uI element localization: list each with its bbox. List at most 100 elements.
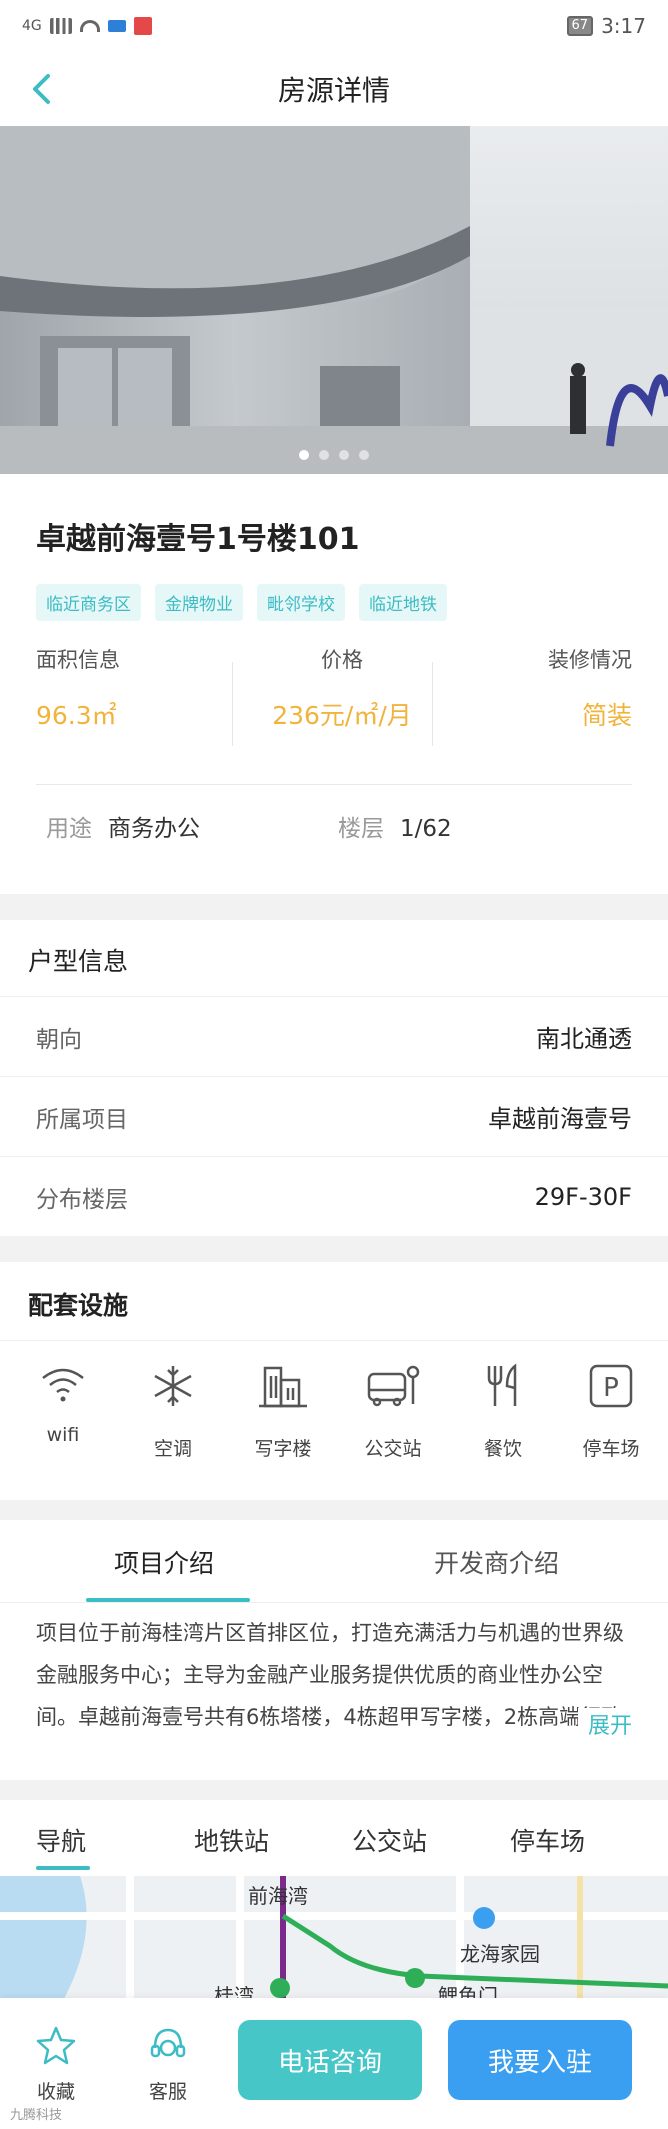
facilities-card: 配套设施 wifi 空调 写字楼 公交站 餐饮 P 停车场 [0, 1262, 668, 1500]
floor-info: 楼层 1/62 [338, 809, 452, 843]
app-notify-icon-2 [133, 17, 152, 35]
battery-icon: 67 [566, 16, 594, 36]
decor-label: 装修情况 [548, 648, 632, 672]
facility-label: 写字楼 [254, 1438, 312, 1460]
map-canvas [0, 1876, 668, 2006]
facility-office: 写字楼 [228, 1362, 338, 1461]
carousel-dot[interactable] [299, 450, 309, 460]
divider [36, 784, 632, 785]
facility-ac: 空调 [118, 1362, 228, 1461]
network-label: 4G [22, 18, 42, 34]
dining-icon [487, 1363, 517, 1406]
expand-link[interactable]: 展开 [577, 1708, 632, 1740]
decor-value: 简装 [581, 701, 632, 730]
signal-icon [49, 18, 72, 34]
area-stat: 面积信息 96.3㎡ [36, 644, 120, 754]
snowflake-icon [154, 1366, 192, 1406]
bus-icon [367, 1365, 420, 1407]
map-tabs: 导航 地铁站 公交站 停车场 [0, 1800, 668, 1876]
info-row-floors: 分布楼层 29F-30F [0, 1156, 668, 1236]
intro-card: 项目介绍 开发商介绍 项目位于前海桂湾片区首排区位，打造充满活力与机遇的世界级金… [0, 1520, 668, 1780]
facility-bus: 公交站 [338, 1362, 448, 1461]
tag: 临近商务区 [36, 584, 141, 621]
phone-consult-button[interactable]: 电话咨询 [238, 2020, 422, 2100]
intro-tabs: 项目介绍 开发商介绍 [0, 1520, 668, 1602]
building-icon [259, 1366, 307, 1408]
facility-label: 停车场 [582, 1438, 640, 1460]
carousel-dots [0, 450, 668, 460]
floor-label: 楼层 [338, 816, 384, 842]
divider [0, 1340, 668, 1341]
bottom-action-bar: 收藏 客服 电话咨询 我要入驻 九腾科技 [0, 1998, 668, 2129]
building-photo [0, 126, 668, 474]
tab-subway[interactable]: 地铁站 [194, 1822, 269, 1858]
customer-service-button[interactable]: 客服 [128, 2024, 208, 2104]
section-title: 户型信息 [28, 947, 129, 976]
favorite-label: 收藏 [36, 2081, 75, 2103]
status-bar: 4G 67 3:17 [0, 0, 668, 52]
tag-list: 临近商务区 金牌物业 毗邻学校 临近地铁 [36, 584, 447, 621]
chevron-left-icon [33, 74, 50, 104]
tab-parking[interactable]: 停车场 [510, 1822, 585, 1858]
floor-value: 1/62 [400, 816, 452, 842]
facility-label: wifi [46, 1424, 80, 1446]
active-tab-indicator [36, 1866, 90, 1870]
property-photo-carousel[interactable] [0, 126, 668, 474]
info-row-orientation: 朝向 南北通透 [0, 996, 668, 1076]
map-label: 龙海家园 [460, 1942, 540, 1966]
watermark: 九腾科技 [10, 2108, 63, 2123]
usage-info: 用途 商务办公 [46, 809, 200, 843]
row-value: 南北通透 [536, 1025, 632, 1053]
stats-row: 面积信息 96.3㎡ 价格 236元/㎡/月 装修情况 简装 [0, 644, 668, 754]
facility-wifi: wifi [8, 1362, 118, 1446]
wifi-status-icon [79, 20, 100, 32]
row-key: 朝向 [36, 1026, 82, 1053]
divider [232, 662, 233, 746]
facility-label: 餐饮 [483, 1438, 522, 1460]
price-value: 236元/㎡/月 [272, 701, 412, 730]
app-notify-icon [107, 20, 126, 32]
tag: 毗邻学校 [257, 584, 345, 621]
divider [0, 1602, 668, 1603]
tab-project-intro[interactable]: 项目介绍 [114, 1544, 214, 1580]
info-row-project: 所属项目 卓越前海壹号 [0, 1076, 668, 1156]
usage-value: 商务办公 [108, 816, 200, 842]
map-view[interactable]: 前海湾 龙海家园 桂湾 鲤鱼门 [0, 1876, 668, 2006]
row-key: 所属项目 [36, 1106, 128, 1133]
facility-label: 空调 [153, 1438, 192, 1460]
facility-label: 公交站 [364, 1438, 422, 1460]
price-label: 价格 [321, 648, 363, 672]
row-key: 分布楼层 [36, 1186, 128, 1213]
nav-bar: 房源详情 [0, 52, 668, 126]
section-title: 配套设施 [28, 1291, 129, 1320]
area-label: 面积信息 [36, 648, 120, 672]
back-button[interactable] [24, 70, 62, 108]
area-value: 96.3㎡ [36, 701, 117, 730]
row-value: 卓越前海壹号 [488, 1105, 632, 1133]
tab-bus-stop[interactable]: 公交站 [352, 1822, 427, 1858]
parking-icon: P [589, 1364, 633, 1408]
intro-text: 项目位于前海桂湾片区首排区位，打造充满活力与机遇的世界级金融服务中心；主导为金融… [36, 1621, 624, 1729]
svg-text:P: P [603, 1373, 619, 1403]
facility-parking: P 停车场 [556, 1362, 666, 1461]
tab-navigation[interactable]: 导航 [36, 1822, 86, 1858]
property-title: 卓越前海壹号1号楼101 [36, 522, 360, 557]
facility-dining: 餐饮 [448, 1362, 558, 1461]
property-summary-card: 卓越前海壹号1号楼101 临近商务区 金牌物业 毗邻学校 临近地铁 面积信息 9… [0, 474, 668, 894]
wifi-icon [42, 1368, 84, 1402]
tab-developer-intro[interactable]: 开发商介绍 [434, 1544, 559, 1580]
move-in-button[interactable]: 我要入驻 [448, 2020, 632, 2100]
star-icon [36, 2026, 76, 2065]
carousel-dot[interactable] [359, 450, 369, 460]
headset-icon [150, 2028, 186, 2058]
price-stat: 价格 236元/㎡/月 [258, 644, 426, 754]
carousel-dot[interactable] [339, 450, 349, 460]
divider [432, 662, 433, 746]
decor-stat: 装修情况 简装 [548, 644, 632, 754]
service-label: 客服 [148, 2081, 187, 2103]
carousel-dot[interactable] [319, 450, 329, 460]
page-title: 房源详情 [277, 74, 390, 107]
favorite-button[interactable]: 收藏 [16, 2024, 96, 2104]
clock: 3:17 [601, 14, 646, 38]
tag: 金牌物业 [155, 584, 243, 621]
